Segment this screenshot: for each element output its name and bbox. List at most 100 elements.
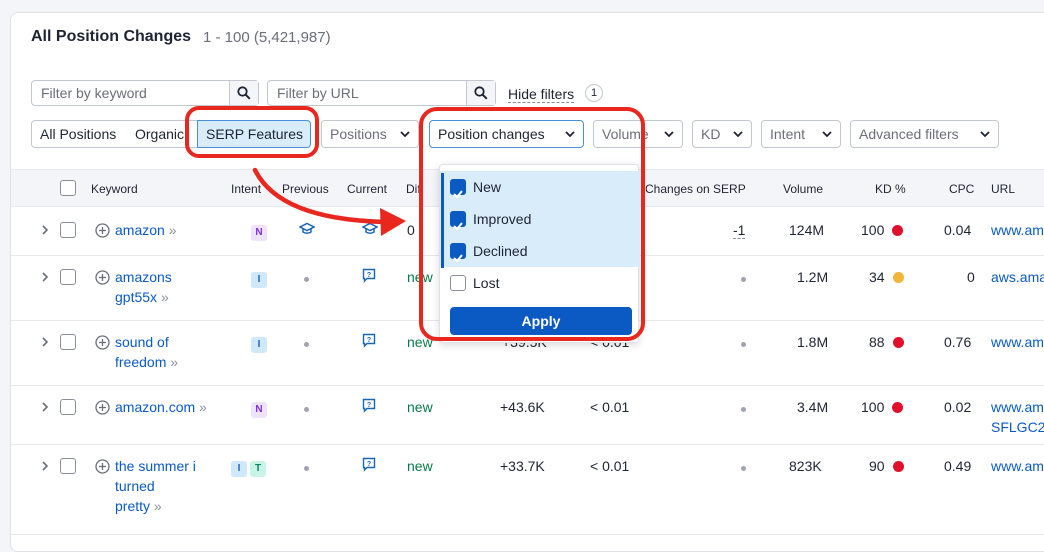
col-keyword[interactable]: Keyword — [91, 182, 138, 196]
chevron-right-icon[interactable] — [41, 461, 49, 471]
row-checkbox[interactable] — [60, 222, 76, 238]
kd-difficulty-dot — [892, 461, 904, 472]
kd-value: 88 — [869, 334, 885, 350]
empty-dot — [741, 342, 746, 347]
kd-cell: 88 — [869, 334, 904, 350]
volume-cell: 3.4M — [797, 399, 829, 415]
url-filter-input[interactable] — [268, 81, 465, 105]
page-title: All Position Changes — [31, 28, 192, 45]
kd-difficulty-dot — [892, 225, 904, 236]
svg-text:?: ? — [367, 402, 371, 409]
url-cell[interactable]: www.am SFLGC2 — [991, 397, 1044, 437]
keyword-cell[interactable]: the summer i turned pretty » — [115, 456, 196, 516]
kd-cell: 100 — [861, 222, 904, 238]
chevron-right-icon[interactable] — [41, 402, 49, 412]
search-icon — [474, 86, 488, 100]
empty-dot — [304, 466, 309, 471]
keyword-link-line2[interactable]: gpt55x — [115, 289, 157, 305]
add-keyword-icon[interactable] — [95, 459, 110, 474]
keyword-link[interactable]: amazons — [115, 267, 172, 287]
col-cpc[interactable]: CPC — [949, 182, 974, 196]
url-link[interactable]: www.am — [991, 332, 1044, 352]
empty-dot — [741, 466, 746, 471]
keyword-link-line3[interactable]: pretty — [115, 498, 150, 514]
keyword-search-button[interactable] — [229, 81, 258, 105]
empty-dot — [304, 407, 309, 412]
keyword-cell[interactable]: amazon.com » — [115, 397, 207, 417]
keyword-link-line2[interactable]: freedom — [115, 354, 166, 370]
add-keyword-icon[interactable] — [95, 335, 110, 350]
positions-dropdown[interactable]: Positions — [321, 120, 419, 148]
intent-badge: I — [231, 461, 247, 477]
kd-difficulty-dot — [892, 272, 904, 283]
col-kd[interactable]: KD % — [875, 182, 906, 196]
svg-text:?: ? — [367, 272, 371, 279]
url-link[interactable]: www.am — [991, 397, 1044, 417]
hide-filters-link[interactable]: Hide filters — [508, 86, 575, 103]
intent-cell: I — [251, 269, 270, 288]
keyword-link[interactable]: the summer i — [115, 456, 196, 476]
question-answer-icon: ? — [362, 398, 376, 413]
url-search-button[interactable] — [466, 81, 495, 105]
keyword-filter-input[interactable] — [32, 81, 228, 105]
keyword-cell[interactable]: sound of freedom » — [115, 332, 178, 372]
advanced-filters-dropdown-label: Advanced filters — [859, 126, 959, 142]
svg-text:?: ? — [367, 337, 371, 344]
url-link[interactable]: aws.ama — [991, 267, 1044, 287]
chevron-right-icon[interactable] — [41, 272, 49, 282]
traffic-change-cell: +43.6K — [500, 399, 545, 415]
intent-badge: N — [251, 402, 267, 418]
chevron-right-icon[interactable] — [41, 337, 49, 347]
table-row: amazon.com » N ? new +43.6K < 0.01 3.4M … — [11, 386, 1044, 445]
double-chevron-icon[interactable]: » — [154, 498, 162, 514]
row-checkbox[interactable] — [60, 334, 76, 350]
row-checkbox[interactable] — [60, 458, 76, 474]
add-keyword-icon[interactable] — [95, 270, 110, 285]
annotation-arrow-icon — [252, 167, 406, 236]
col-volume[interactable]: Volume — [783, 182, 823, 196]
keyword-cell[interactable]: amazon » — [115, 220, 177, 240]
keyword-link-line2[interactable]: turned — [115, 476, 196, 496]
double-chevron-icon[interactable]: » — [161, 289, 169, 305]
url-link[interactable]: www.am — [991, 220, 1044, 240]
keyword-link[interactable]: amazon.com — [115, 399, 195, 415]
double-chevron-icon[interactable]: » — [170, 354, 178, 370]
row-checkbox[interactable] — [60, 269, 76, 285]
intent-badge: I — [251, 337, 267, 353]
volume-cell: 823K — [789, 458, 822, 474]
advanced-filters-dropdown[interactable]: Advanced filters — [850, 120, 999, 148]
traffic-change-cell: +33.7K — [500, 458, 545, 474]
volume-cell: 1.2M — [797, 269, 829, 285]
intent-badge: I — [251, 272, 267, 288]
url-link-line2[interactable]: SFLGC2 — [991, 417, 1044, 437]
search-icon — [237, 86, 251, 100]
kd-difficulty-dot — [892, 337, 904, 348]
changes-cell[interactable]: -1 — [733, 222, 746, 239]
empty-dot — [304, 342, 309, 347]
keyword-link[interactable]: sound of — [115, 332, 178, 352]
kd-dropdown[interactable]: KD — [692, 120, 752, 148]
add-keyword-icon[interactable] — [95, 223, 110, 238]
keyword-cell[interactable]: amazons gpt55x » — [115, 267, 172, 307]
chevron-right-icon[interactable] — [41, 225, 49, 235]
annotation-highlight-serp-features — [185, 106, 319, 158]
double-chevron-icon[interactable]: » — [169, 222, 177, 238]
volume-cell: 1.8M — [797, 334, 829, 350]
col-changes-on-serp[interactable]: Changes on SERP — [645, 182, 746, 196]
question-answer-icon: ? — [362, 457, 376, 472]
intent-cell: N — [251, 399, 270, 418]
col-url[interactable]: URL — [991, 182, 1015, 196]
kd-value: 90 — [869, 458, 885, 474]
select-all-checkbox[interactable] — [60, 180, 76, 196]
intent-badge: T — [250, 461, 266, 477]
kd-value: 34 — [869, 269, 885, 285]
segment-all-positions[interactable]: All Positions — [31, 120, 128, 148]
intent-dropdown[interactable]: Intent — [761, 120, 841, 148]
add-keyword-icon[interactable] — [95, 400, 110, 415]
double-chevron-icon[interactable]: » — [199, 399, 207, 415]
row-checkbox[interactable] — [60, 399, 76, 415]
url-link[interactable]: www.am — [991, 456, 1044, 476]
keyword-link[interactable]: amazon — [115, 222, 165, 238]
svg-text:?: ? — [367, 461, 371, 468]
chevron-down-icon — [733, 131, 743, 138]
